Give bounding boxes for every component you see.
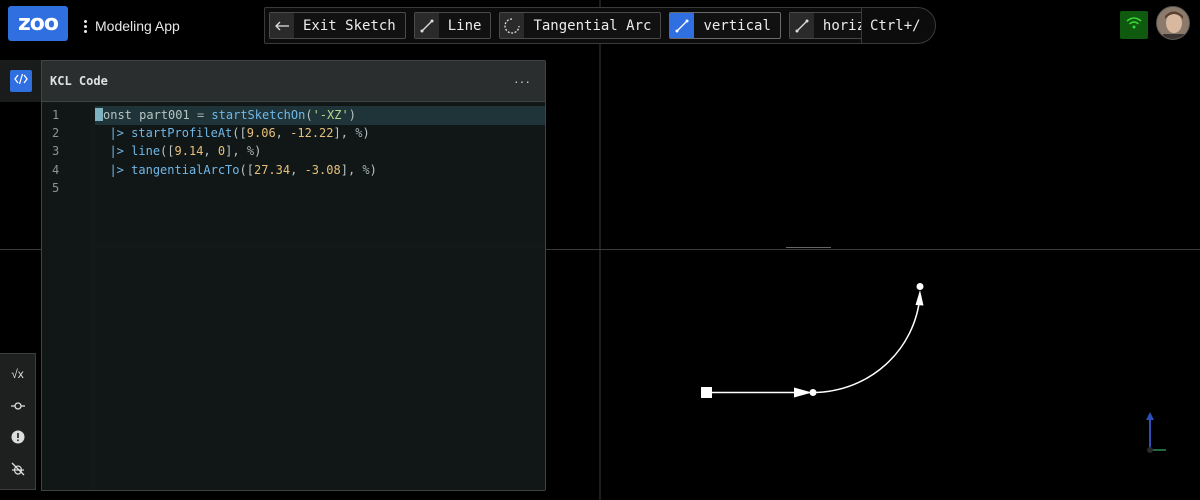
editor-band: [91, 244, 545, 248]
exit-sketch-label: Exit Sketch: [303, 17, 396, 34]
user-avatar[interactable]: [1156, 6, 1190, 40]
code-pane-toggle[interactable]: [10, 70, 32, 92]
line-icon: [414, 13, 439, 38]
arc-end-handle[interactable]: [916, 283, 924, 290]
code-line-text: |> startProfileAt([9.06, -12.22], %): [109, 126, 370, 140]
bottom-left-toolbar: √x: [0, 353, 36, 490]
code-line-text: |> tangentialArcTo([27.34, -3.08], %): [109, 163, 377, 177]
line-label: Line: [447, 17, 482, 34]
code-editor[interactable]: 1 2 3 4 5 onst part001 = startSketchOn('…: [42, 103, 545, 490]
line-number: 1: [52, 108, 60, 122]
arc-direction-arrow: [915, 290, 924, 306]
line-number: 4: [52, 163, 60, 177]
code-line[interactable]: |> tangentialArcTo([27.34, -3.08], %): [95, 161, 545, 180]
code-pane-header: KCL Code ···: [42, 61, 545, 102]
exit-sketch-button[interactable]: Exit Sketch: [269, 12, 406, 39]
kebab-menu-icon: [84, 19, 87, 33]
code-line[interactable]: |> line([9.14, 0], %): [95, 142, 545, 161]
code-line-text: |> line([9.14, 0], %): [109, 144, 262, 158]
code-line[interactable]: |> startProfileAt([9.06, -12.22], %): [95, 124, 545, 143]
line-number: 2: [52, 126, 60, 140]
profile-start-handle[interactable]: [701, 387, 712, 398]
code-pane-title: KCL Code: [50, 74, 108, 88]
app-name: Modeling App: [95, 18, 180, 34]
horizontal-constraint-icon: [789, 13, 814, 38]
more-options-icon[interactable]: ···: [514, 73, 531, 89]
code-line-text: onst part001 = startSketchOn('-XZ'): [103, 108, 356, 122]
code-brackets-icon: [14, 72, 28, 90]
tangential-arc-label: Tangential Arc: [533, 17, 652, 34]
sketch-toolbar: Exit Sketch Line Tangential Arc vertical…: [264, 7, 936, 44]
wifi-icon: [1126, 16, 1142, 35]
network-health-button[interactable]: [1120, 11, 1148, 39]
code-line[interactable]: [95, 179, 545, 198]
text-cursor: [95, 108, 103, 121]
code-line[interactable]: onst part001 = startSketchOn('-XZ'): [95, 106, 545, 125]
command-bar-shortcut[interactable]: Ctrl+/: [861, 7, 937, 44]
bug-off-icon[interactable]: [7, 458, 29, 480]
line-number-gutter: 1 2 3 4 5: [42, 103, 91, 490]
app-menu-button[interactable]: Modeling App: [84, 14, 180, 38]
vertical-label: vertical: [703, 17, 771, 34]
tangential-arc-icon: [500, 13, 525, 38]
vertical-constraint-icon: [670, 13, 695, 38]
sqrt-x-icon[interactable]: √x: [7, 363, 29, 385]
commit-node-icon[interactable]: [7, 395, 29, 417]
line-direction-arrow: [794, 387, 812, 398]
line-number: 3: [52, 144, 60, 158]
zoo-logo[interactable]: zoo: [8, 6, 68, 41]
horizontal-constraint-button[interactable]: horizontal: [788, 12, 861, 39]
line-number: 5: [52, 181, 60, 195]
kcl-code-pane: KCL Code ··· 1 2 3 4 5 onst part001 = st…: [41, 60, 546, 491]
shortcut-text: Ctrl+/: [870, 17, 921, 34]
tangential-arc-tool-button[interactable]: Tangential Arc: [499, 12, 662, 39]
logo-text: zoo: [17, 11, 59, 36]
tangential-arc-segment[interactable]: [812, 295, 921, 394]
vertical-constraint-button[interactable]: vertical: [669, 12, 781, 39]
line-tool-button[interactable]: Line: [413, 12, 492, 39]
horizontal-label: horizontal: [822, 17, 861, 34]
arrow-left-icon: [270, 13, 294, 38]
alert-circle-icon[interactable]: [7, 426, 29, 448]
axis-gizmo[interactable]: [1138, 410, 1168, 456]
